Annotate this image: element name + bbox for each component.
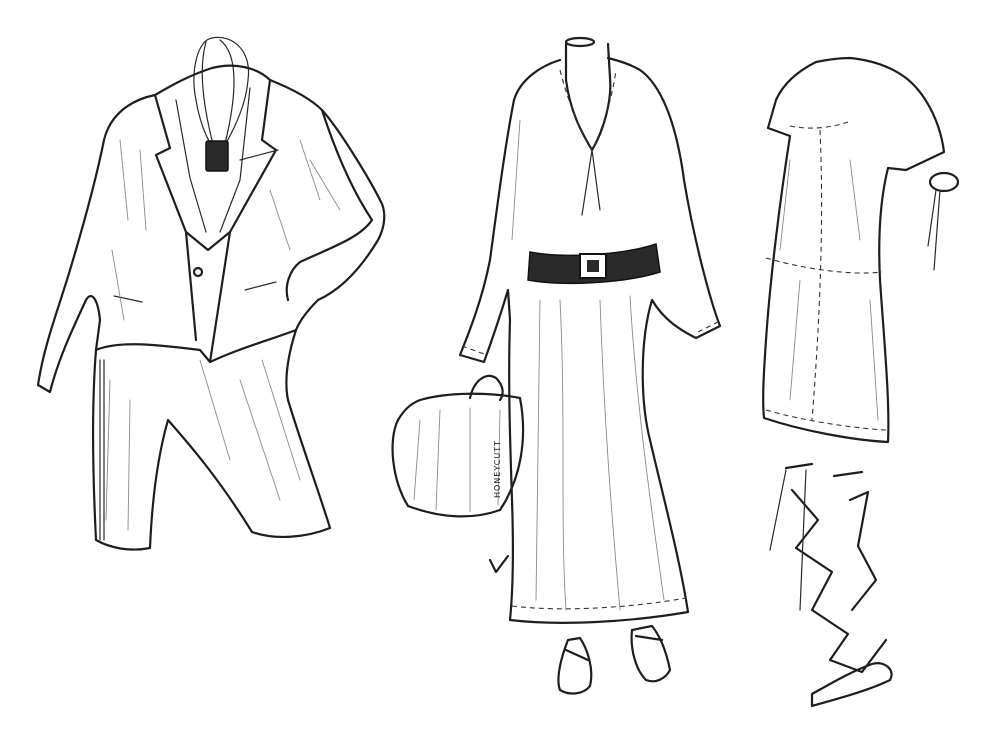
sandal-right xyxy=(630,624,672,683)
artist-signature: HONEYCUTT xyxy=(493,440,502,498)
neck-ring xyxy=(564,36,596,48)
dress-body xyxy=(458,56,722,624)
bracelet-tassel xyxy=(927,189,941,271)
shift-dress-shading xyxy=(779,159,879,421)
blazer-outfit xyxy=(36,36,386,551)
belt-buckle-inner xyxy=(587,260,599,272)
neck-stitch xyxy=(559,69,617,152)
blazer-lapels xyxy=(153,78,278,364)
tote-bag-shading xyxy=(413,407,501,513)
trousers-side-stripe xyxy=(99,359,105,541)
maxi-dress-outfit xyxy=(391,36,722,695)
tote-bag xyxy=(391,392,525,518)
sleeve-stitch-left xyxy=(461,345,485,355)
sandal-ankle-strap xyxy=(769,469,807,611)
tote-bag-handle xyxy=(468,374,504,402)
shift-dress-seams xyxy=(765,121,887,431)
sleeve-stitch-right xyxy=(697,321,719,333)
shift-dress-body xyxy=(762,56,946,444)
dress-tie xyxy=(581,149,601,216)
shift-dress-outfit xyxy=(762,56,960,708)
blazer-body xyxy=(36,64,386,394)
bracelet xyxy=(928,171,960,193)
dress-hem-stitch xyxy=(511,597,687,610)
necklace-chain xyxy=(193,36,250,151)
dress-folds xyxy=(511,119,665,611)
necklace-pendant xyxy=(205,140,229,172)
signature-check-mark xyxy=(488,554,510,574)
gladiator-sandal xyxy=(784,462,893,708)
blazer-pockets xyxy=(113,149,279,303)
dress-collar xyxy=(564,42,612,152)
blazer-arm-right xyxy=(285,108,374,302)
trousers-creases xyxy=(105,359,301,531)
fashion-sketch-canvas xyxy=(0,0,1000,734)
blazer-button xyxy=(192,266,204,278)
sketch-svg xyxy=(36,36,960,708)
sandal-left xyxy=(557,636,593,695)
